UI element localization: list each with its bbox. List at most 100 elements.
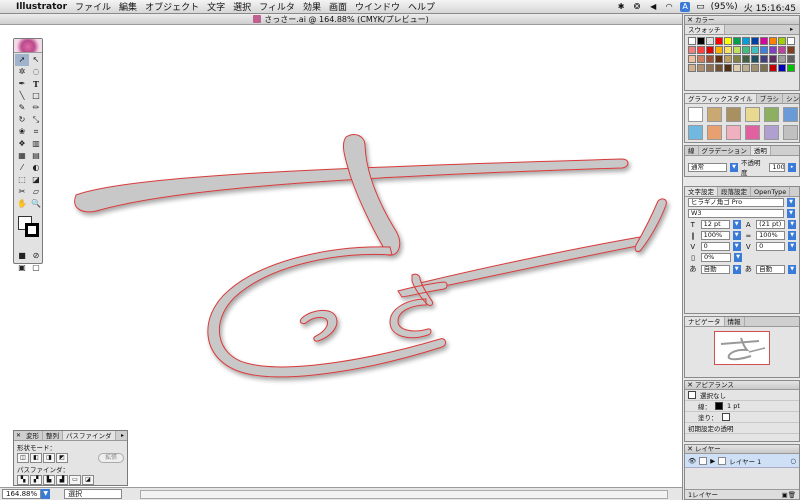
stroke-color-swatch[interactable] bbox=[715, 402, 723, 410]
vertical-scale-dropdown[interactable]: ▼ bbox=[732, 231, 741, 240]
swatch[interactable] bbox=[715, 55, 723, 63]
menu-object[interactable]: オブジェクト bbox=[145, 0, 199, 13]
swatch[interactable] bbox=[751, 46, 759, 54]
kerning-dropdown[interactable]: ▼ bbox=[732, 242, 741, 251]
sassa-lettering[interactable] bbox=[74, 134, 667, 378]
swatch[interactable] bbox=[706, 64, 714, 72]
tab-align[interactable]: 整列 bbox=[43, 431, 63, 440]
swatch[interactable] bbox=[742, 37, 750, 45]
graphic-style-swatch[interactable] bbox=[707, 125, 722, 140]
swatch[interactable] bbox=[769, 55, 777, 63]
minus-back-button[interactable]: ◪ bbox=[82, 475, 94, 485]
tab-pathfinder[interactable]: パスファインダ bbox=[63, 431, 116, 440]
swatch[interactable] bbox=[697, 46, 705, 54]
swatch[interactable] bbox=[706, 46, 714, 54]
close-icon[interactable]: ✕ bbox=[14, 431, 23, 440]
graphic-style-swatch[interactable] bbox=[688, 107, 703, 122]
horizontal-scale-field[interactable]: 100% bbox=[756, 231, 786, 240]
scissors-tool-icon[interactable]: ✂ bbox=[15, 186, 29, 198]
scale-tool-icon[interactable]: ⤡ bbox=[29, 114, 43, 126]
vertical-scale-field[interactable]: 100% bbox=[700, 231, 730, 240]
opacity-field[interactable]: 100 bbox=[769, 162, 786, 172]
lock-toggle[interactable] bbox=[699, 456, 708, 465]
menu-window[interactable]: ウインドウ bbox=[355, 0, 400, 13]
aki-left-field[interactable]: 自動 bbox=[700, 264, 730, 274]
lettering-swash[interactable] bbox=[419, 236, 648, 292]
direct-selection-tool-icon[interactable]: ↖ bbox=[29, 54, 43, 66]
swatch[interactable] bbox=[688, 64, 696, 72]
swatch[interactable] bbox=[787, 55, 795, 63]
symbol-sprayer-tool-icon[interactable]: ❖ bbox=[15, 138, 29, 150]
graphic-style-swatch[interactable] bbox=[726, 107, 741, 122]
font-style-field[interactable]: W3 bbox=[688, 209, 784, 218]
rotate-tool-icon[interactable]: ↻ bbox=[15, 114, 29, 126]
swatch[interactable] bbox=[760, 64, 768, 72]
free-transform-tool-icon[interactable]: ⌗ bbox=[29, 126, 43, 138]
tab-stroke[interactable]: 線 bbox=[685, 146, 699, 155]
tab-gradient[interactable]: グラデーション bbox=[699, 146, 751, 155]
menu-filter[interactable]: フィルタ bbox=[259, 0, 295, 13]
swatch[interactable] bbox=[733, 46, 741, 54]
swatch[interactable] bbox=[769, 46, 777, 54]
eye-icon[interactable]: 👁 bbox=[688, 457, 696, 465]
graphic-style-swatch[interactable] bbox=[707, 107, 722, 122]
type-tool-icon[interactable]: T bbox=[29, 78, 43, 90]
color-mode-icon[interactable]: ■ bbox=[15, 250, 29, 262]
paintbrush-tool-icon[interactable]: ✎ bbox=[15, 102, 29, 114]
swatch[interactable] bbox=[742, 64, 750, 72]
tracking-dropdown[interactable]: ▼ bbox=[788, 242, 796, 251]
swatch[interactable] bbox=[733, 55, 741, 63]
artboard-canvas[interactable] bbox=[0, 25, 682, 487]
swatch[interactable] bbox=[715, 37, 723, 45]
eyedropper-tool-icon[interactable]: ⁄ bbox=[15, 162, 29, 174]
expand-button[interactable]: 拡張 bbox=[98, 453, 124, 463]
gradient-tool-icon[interactable]: ▤ bbox=[29, 150, 43, 162]
menu-select[interactable]: 選択 bbox=[233, 0, 251, 13]
tab-symbols[interactable]: シンボル bbox=[783, 94, 800, 103]
horizontal-scale-dropdown[interactable]: ▼ bbox=[788, 231, 796, 240]
merge-button[interactable]: ▙ bbox=[43, 475, 55, 485]
horizontal-scrollbar[interactable] bbox=[140, 490, 668, 499]
tab-graphic-styles[interactable]: グラフィックスタイル bbox=[685, 94, 757, 103]
graphic-style-swatch[interactable] bbox=[783, 125, 798, 140]
swatch[interactable] bbox=[787, 64, 795, 72]
tab-character[interactable]: 文字設定 bbox=[685, 187, 718, 196]
swatch[interactable] bbox=[742, 55, 750, 63]
live-paint-tool-icon[interactable]: ⬚ bbox=[15, 174, 29, 186]
swatch[interactable] bbox=[724, 37, 732, 45]
swatch[interactable] bbox=[733, 64, 741, 72]
swatch[interactable] bbox=[769, 64, 777, 72]
swatch[interactable] bbox=[760, 37, 768, 45]
outline-button[interactable]: ▭ bbox=[69, 475, 81, 485]
swatch[interactable] bbox=[697, 55, 705, 63]
wifi-icon[interactable]: ◠ bbox=[664, 2, 674, 12]
layer-row[interactable]: 👁 ▶ レイヤー 1 ○ bbox=[685, 454, 799, 468]
status-field[interactable]: 選択 bbox=[64, 489, 123, 499]
selection-tool-icon[interactable]: ➚ bbox=[15, 54, 29, 66]
close-icon[interactable]: ✕ bbox=[685, 16, 695, 24]
eraser-tool-icon[interactable]: ▱ bbox=[29, 186, 43, 198]
swatch[interactable] bbox=[733, 37, 741, 45]
tab-transform[interactable]: 変形 bbox=[23, 431, 43, 440]
tab-paragraph[interactable]: 段落設定 bbox=[718, 187, 751, 196]
swatch[interactable] bbox=[778, 46, 786, 54]
lettering-vertical-stroke[interactable] bbox=[343, 134, 401, 256]
crop-button[interactable]: ▟ bbox=[56, 475, 68, 485]
swatch[interactable] bbox=[706, 55, 714, 63]
document-title-bar[interactable]: さっさー.ai @ 164.88% (CMYK/プレビュー) bbox=[0, 14, 682, 25]
slice-tool-icon[interactable]: ◪ bbox=[29, 174, 43, 186]
volume-icon[interactable]: ◀ bbox=[648, 2, 658, 12]
trim-button[interactable]: ▞ bbox=[30, 475, 42, 485]
zoom-tool-icon[interactable]: 🔍 bbox=[29, 198, 43, 210]
swatch[interactable] bbox=[688, 46, 696, 54]
unite-button[interactable]: ◫ bbox=[17, 453, 29, 463]
swatch[interactable] bbox=[751, 37, 759, 45]
swatch[interactable] bbox=[688, 37, 696, 45]
lettering-small-sa[interactable] bbox=[389, 273, 448, 339]
font-family-dropdown[interactable]: ▼ bbox=[787, 198, 795, 207]
magic-wand-tool-icon[interactable]: ✲ bbox=[15, 66, 29, 78]
tab-transparency[interactable]: 透明 bbox=[750, 146, 771, 155]
tsume-field[interactable]: 0% bbox=[701, 253, 731, 262]
illustrator-logo[interactable] bbox=[14, 39, 42, 53]
graphic-style-swatch[interactable] bbox=[745, 125, 760, 140]
